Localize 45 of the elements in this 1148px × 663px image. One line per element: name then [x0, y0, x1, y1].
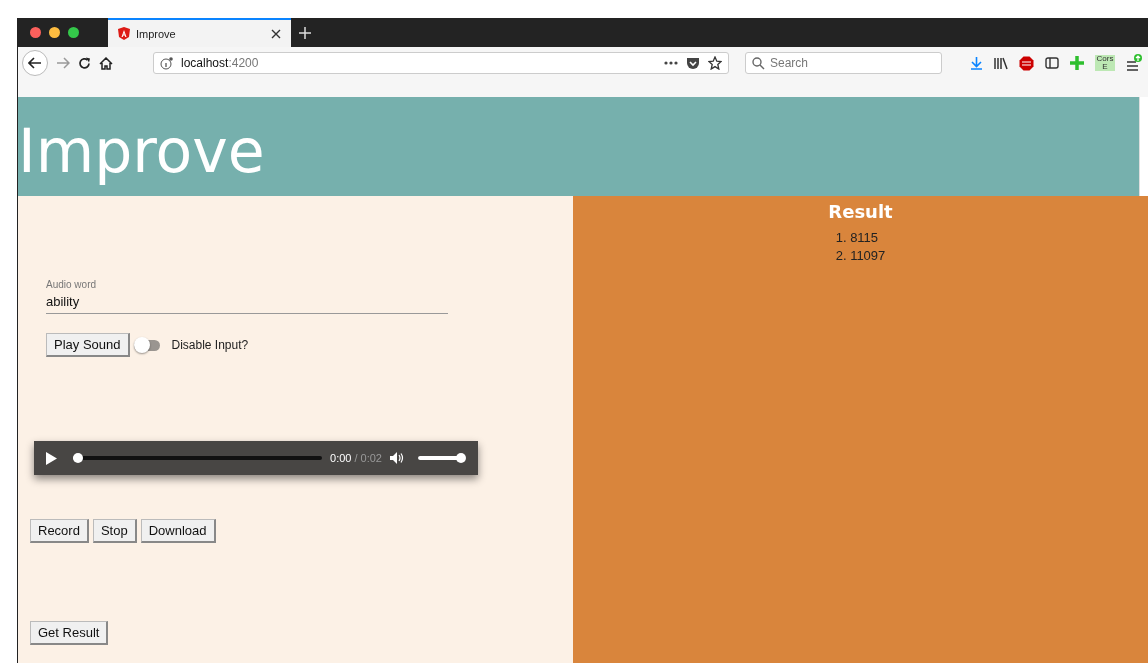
- forward-icon[interactable]: [56, 57, 70, 69]
- toggle-label: Disable Input?: [171, 338, 249, 352]
- zoom-dot[interactable]: [68, 27, 79, 38]
- speaker-icon[interactable]: [390, 452, 404, 464]
- audio-player[interactable]: 0:00 / 0:02: [34, 441, 478, 475]
- progress-slider[interactable]: [73, 453, 323, 463]
- stop-sign-icon[interactable]: [1019, 55, 1034, 71]
- search-icon: [752, 57, 765, 70]
- library-icon[interactable]: [994, 56, 1008, 70]
- more-icon[interactable]: [664, 61, 678, 65]
- back-button[interactable]: [22, 50, 48, 76]
- close-icon[interactable]: [271, 28, 281, 39]
- result-item: 2. 11097: [835, 248, 886, 263]
- page-title: Improve: [18, 114, 265, 186]
- home-icon[interactable]: [99, 56, 113, 70]
- back-arrow-icon[interactable]: [28, 57, 42, 69]
- result-title: Result: [828, 201, 893, 222]
- reload-icon[interactable]: [78, 56, 91, 70]
- pocket-icon[interactable]: [686, 56, 700, 70]
- toggle-switch[interactable]: [133, 337, 162, 353]
- minimize-dot[interactable]: [49, 27, 60, 38]
- sidebar-icon[interactable]: [1045, 57, 1059, 69]
- field-label: Audio word: [46, 279, 98, 290]
- url-text: localhost:4200: [181, 56, 260, 70]
- audio-word-field[interactable]: ability: [46, 294, 448, 314]
- current-time: 0:00: [330, 452, 352, 464]
- result-item: 1. 8115: [835, 230, 880, 245]
- play-sound-button[interactable]: Play Sound: [46, 333, 130, 357]
- download-icon[interactable]: [970, 56, 983, 70]
- play-icon[interactable]: [46, 451, 57, 465]
- duration: / 0:02: [354, 452, 382, 464]
- addon-badge[interactable]: Cors E: [1095, 55, 1115, 71]
- recorder-button[interactable]: Download: [140, 519, 216, 543]
- close-dot[interactable]: [30, 27, 41, 38]
- recorder-button[interactable]: Stop: [92, 519, 137, 543]
- star-icon[interactable]: [708, 56, 722, 70]
- address-bar[interactable]: localhost:4200: [153, 52, 729, 74]
- info-icon[interactable]: [160, 56, 173, 70]
- search-field[interactable]: Search: [745, 52, 942, 74]
- volume-slider[interactable]: [418, 453, 466, 463]
- menu-icon[interactable]: [1126, 54, 1142, 72]
- shield-icon: [118, 27, 130, 40]
- browser-tab[interactable]: Improve: [108, 18, 291, 47]
- get-result-button[interactable]: Get Result: [30, 621, 109, 645]
- recorder-button[interactable]: Record: [30, 519, 89, 543]
